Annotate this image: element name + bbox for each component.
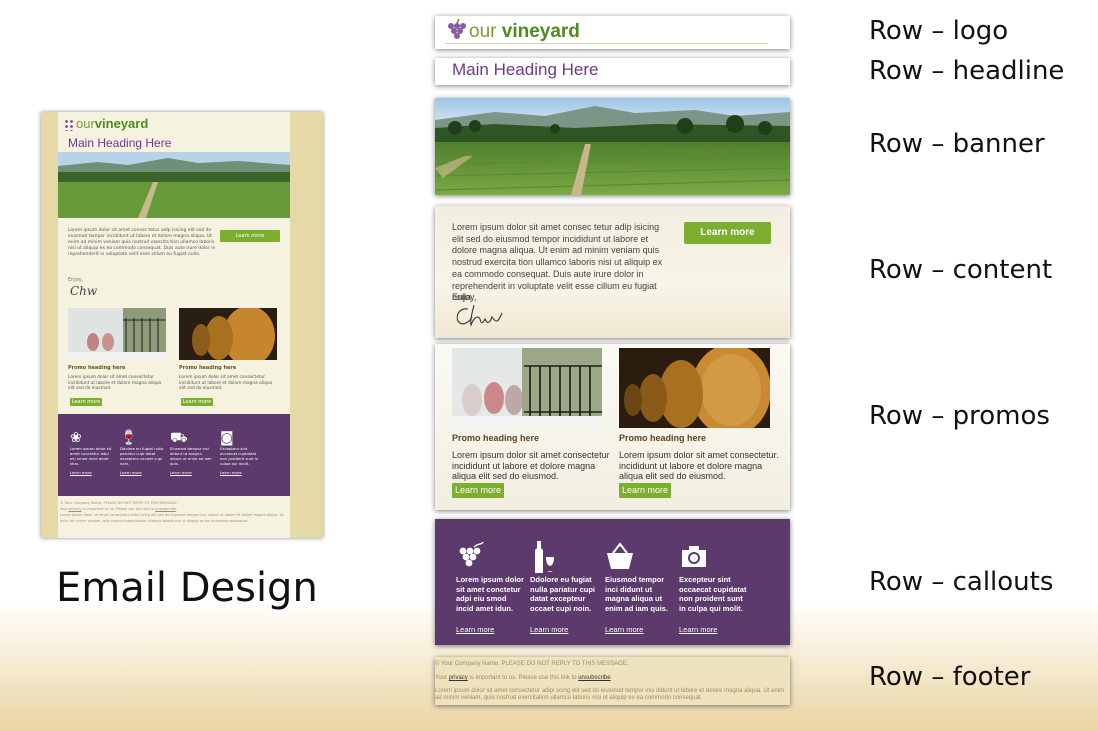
privacy-link[interactable]: privacy (449, 675, 468, 681)
promo-text-1: Lorem ipsum dolor sit amet consectetur i… (452, 450, 610, 481)
label-row-logo: Row – logo (869, 16, 1009, 46)
thumbnail-callout-text: Lorem ipsum dolor sit amet conctetur adp… (70, 446, 112, 466)
row-footer: © Your Company Name. PLEASE DO NOT REPLY… (435, 657, 790, 705)
shopping-basket-icon (605, 541, 673, 571)
label-row-content: Row – content (869, 255, 1053, 285)
email-thumbnail: ourvineyard Main Heading Here Lorem ipsu… (41, 112, 323, 538)
logo-divider (445, 43, 768, 44)
thumbnail-promo-image-barrels (179, 306, 277, 366)
footer-legal-text: Lorem ipsum dolor sit amet consectetur a… (435, 688, 785, 701)
row-callouts: Lorem ipsum dolor sit amet conctetur adp… (435, 519, 790, 645)
promo-learn-more-button-2[interactable]: Learn more (619, 483, 671, 498)
label-row-promos: Row – promos (869, 401, 1050, 431)
thumbnail-footer-line3: Lorem ipsum dolor sit amet consectetur a… (60, 513, 284, 523)
thumbnail-unsubscribe-link[interactable]: unsubscribe (155, 507, 176, 511)
logo: our vineyard (445, 19, 580, 43)
footer-copyright: © Your Company Name. PLEASE DO NOT REPLY… (435, 661, 629, 667)
thumbnail-footer: © Your Company Name. PLEASE DO NOT REPLY… (58, 496, 290, 538)
promo-image-wine-glasses (452, 348, 602, 428)
vineyard-banner-image (58, 152, 290, 218)
thumbnail-banner (58, 152, 290, 218)
thumbnail-callout-link[interactable]: Learn more (70, 470, 114, 475)
thumbnail-promo-heading-1: Promo heading here (68, 365, 126, 371)
signature (452, 303, 512, 333)
callout-1: Lorem ipsum dolor sit amet conctetur adp… (456, 541, 524, 634)
row-headline: Main Heading Here (435, 58, 790, 85)
label-row-footer: Row – footer (869, 662, 1031, 692)
row-promos: Promo heading here Promo heading here Lo… (435, 344, 790, 510)
callout-learn-more-link[interactable]: Learn more (679, 625, 747, 634)
thumbnail-callouts: ❀ Lorem ipsum dolor sit amet conctetur a… (58, 414, 290, 496)
email-thumbnail-body: ourvineyard Main Heading Here Lorem ipsu… (58, 112, 290, 538)
thumbnail-callout-1: ❀ Lorem ipsum dolor sit amet conctetur a… (70, 430, 114, 475)
row-banner (435, 98, 790, 195)
promo-image-barrels (619, 348, 770, 428)
callout-text: Lorem ipsum dolor sit amet conctetur adp… (456, 575, 524, 613)
camera-icon: ◙ (220, 430, 234, 446)
grapes-icon (456, 541, 524, 571)
callout-3: Eiusmod tempor inci didunt ut magna aliq… (605, 541, 673, 634)
promo-text-2: Lorem ipsum dolor sit amet consectetur. … (619, 450, 779, 481)
callout-2: Ddolore eu fugiat nulla pariatur cupi da… (530, 541, 598, 634)
thumbnail-callout-text: Ddolore eu fugiat nulla pariatur cupi da… (120, 446, 164, 466)
thumbnail-learn-more-button[interactable]: Learn more (220, 230, 280, 242)
thumbnail-promo-heading-2: Promo heading here (179, 365, 237, 371)
thumbnail-enjoy: Enjoy, (68, 277, 84, 283)
thumbnail-content-text: Lorem ipsum dolor sit amet consec tetur … (68, 228, 216, 257)
main-heading: Main Heading Here (452, 60, 599, 79)
thumbnail-callout-link[interactable]: Learn more (220, 470, 264, 475)
unsubscribe-link[interactable]: unsubscribe (578, 675, 610, 681)
thumbnail-promo-button-1[interactable]: Learn more (70, 398, 102, 406)
label-row-callouts: Row – callouts (869, 567, 1054, 597)
email-design-title: Email Design (56, 565, 318, 611)
thumbnail-callout-link[interactable]: Learn more (120, 470, 164, 475)
callout-learn-more-link[interactable]: Learn more (456, 625, 524, 634)
thumbnail-promo-image-wine-glasses (68, 308, 166, 360)
thumbnail-logo: ourvineyard (64, 116, 148, 131)
label-row-banner: Row – banner (869, 129, 1045, 159)
callout-learn-more-link[interactable]: Learn more (530, 625, 598, 634)
thumbnail-promo-text-2: Lorem ipsum dolor sit amet consectetur. … (179, 375, 273, 391)
callout-4: Excepteur sint occaecat cupidatat non pr… (679, 541, 747, 634)
wine-bottle-glass-icon: 🍷 (120, 430, 138, 446)
promo-heading-1: Promo heading here (452, 433, 540, 443)
grapes-icon: ❀ (70, 430, 82, 446)
thumbnail-callout-3: ⛟ Eiusmod tempor inci didunt ut magna al… (170, 430, 214, 475)
row-logo: our vineyard (435, 16, 790, 49)
enjoy-text: Enjoy, (452, 292, 477, 302)
callout-text: Ddolore eu fugiat nulla pariatur cupi da… (530, 575, 596, 613)
promo-heading-2: Promo heading here (619, 433, 707, 443)
thumbnail-heading: Main Heading Here (68, 136, 172, 150)
label-row-headline: Row – headline (869, 56, 1065, 86)
shopping-basket-icon: ⛟ (170, 430, 188, 446)
wine-bottle-glass-icon (530, 541, 598, 573)
row-content: Lorem ipsum dolor sit amet consec tetur … (435, 206, 790, 338)
callout-text: Eiusmod tempor inci didunt ut magna aliq… (605, 575, 668, 613)
callout-learn-more-link[interactable]: Learn more (605, 625, 673, 634)
thumbnail-privacy-link[interactable]: privacy (69, 507, 82, 511)
footer-privacy-line: Your privacy is important to us. Please … (435, 675, 611, 681)
thumbnail-promo-button-2[interactable]: Learn more (181, 398, 213, 406)
thumbnail-signature: Chw (70, 284, 98, 298)
thumbnail-callout-text: Eiusmod tempor inci didunt ut magna aliq… (170, 446, 212, 466)
thumbnail-callout-4: ◙ Excepteur sint occaecat cupidatat non … (220, 430, 264, 475)
vineyard-banner-image (435, 98, 790, 195)
thumbnail-callout-2: 🍷 Ddolore eu fugiat nulla pariatur cupi … (120, 430, 164, 475)
callout-text: Excepteur sint occaecat cupidatat non pr… (679, 575, 747, 613)
grapes-icon (445, 19, 467, 41)
grapes-icon (64, 118, 74, 131)
thumbnail-callout-link[interactable]: Learn more (170, 470, 214, 475)
camera-icon (679, 541, 747, 571)
content-text: Lorem ipsum dolor sit amet consec tetur … (452, 222, 663, 303)
thumbnail-callout-text: Excepteur sint occaecat cupidatat non pr… (220, 446, 259, 466)
promo-learn-more-button-1[interactable]: Learn more (452, 483, 504, 498)
learn-more-button[interactable]: Learn more (684, 222, 771, 244)
thumbnail-promo-text-1: Lorem ipsum dolor sit amet consectetur i… (68, 375, 162, 391)
